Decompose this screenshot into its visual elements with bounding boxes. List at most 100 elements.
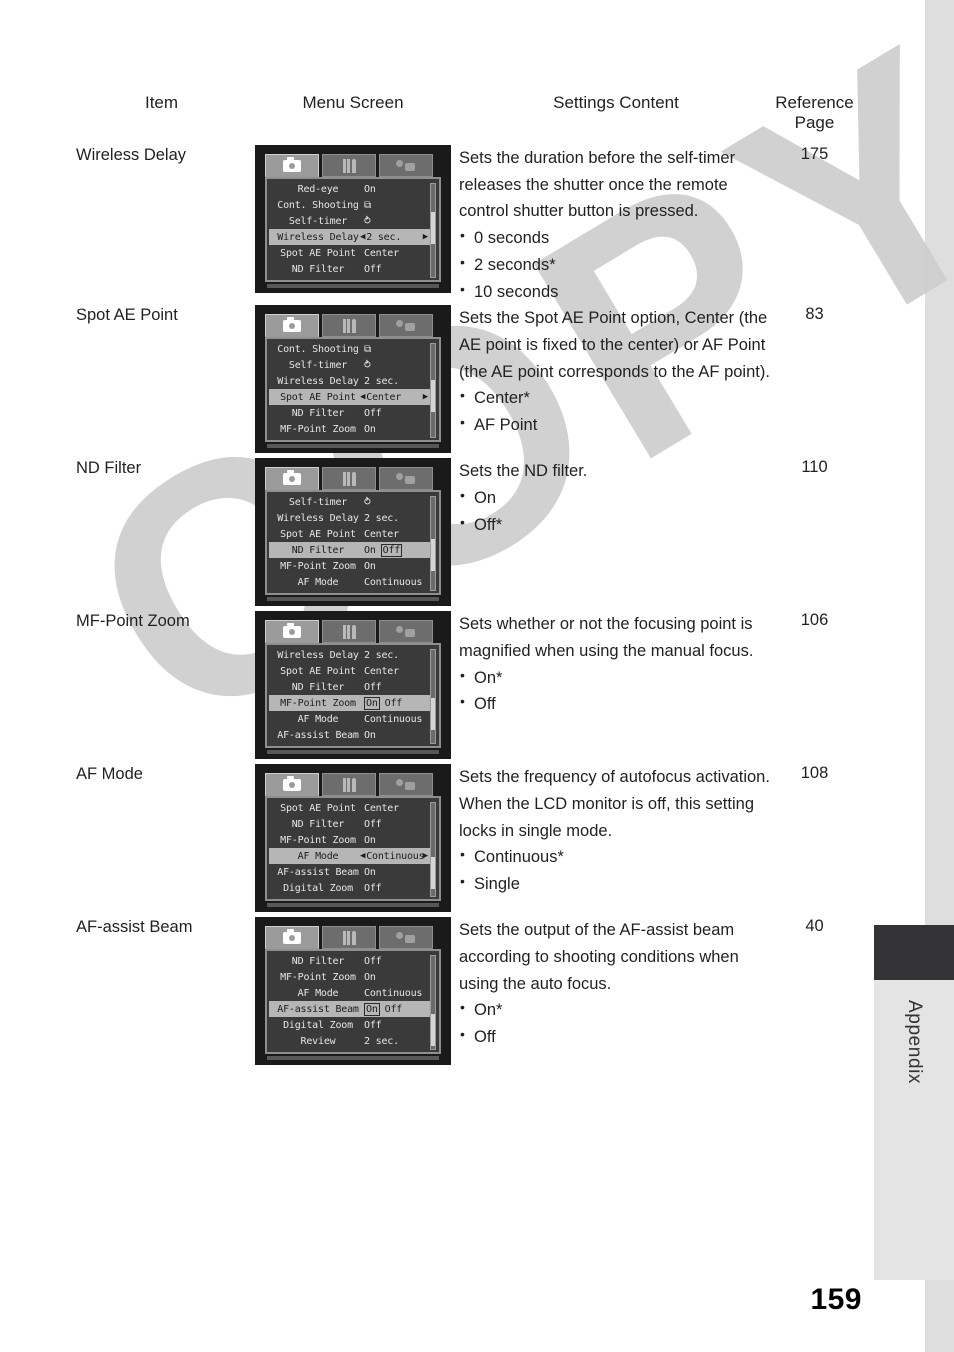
lcd-menu-row: Wireless Delay 2 sec. — [269, 647, 429, 663]
lcd-row-label: MF-Point Zoom — [280, 971, 356, 983]
lcd-row-label: Red-eye — [297, 183, 339, 195]
lcd-row-value: 2 sec. — [364, 375, 399, 387]
lcd-row-label: ND Filter — [291, 681, 345, 693]
lcd-tab-bar — [265, 314, 441, 338]
column-header-item: Item — [144, 93, 179, 112]
appendix-thumb-tab — [874, 925, 954, 980]
lcd-tab-tools — [322, 926, 376, 950]
cell-menu-screen-2: Self-timer ⥁ Wireless Delay 2 sec. Spot AE P… — [247, 458, 459, 611]
lcd-tab-my-camera — [379, 620, 433, 644]
lcd-tab-bar — [265, 620, 441, 644]
lcd-row-value: On — [364, 729, 376, 741]
my-camera-icon — [396, 159, 416, 173]
lcd-row-label: MF-Point Zoom — [280, 423, 356, 435]
lcd-row-label: Digital Zoom — [283, 882, 353, 894]
lcd-row-label: Wireless Delay — [277, 375, 359, 387]
lcd-row-label: Self-timer — [288, 359, 348, 371]
lcd-row-label: ND Filter — [291, 544, 345, 556]
lcd-row-value: Continuous — [364, 713, 423, 725]
lcd-menu-row: Wireless Delay ◀ 2 sec. ▶ — [269, 229, 432, 245]
lcd-row-value: Center — [364, 802, 399, 814]
camera-menu-screenshot: Spot AE Point Center ND Filter Off MF-Point … — [255, 764, 451, 913]
lcd-row-value: 2 sec. — [366, 231, 402, 243]
lcd-menu-row: Spot AE Point Center — [269, 526, 429, 542]
cell-reference-page-4: 108 — [800, 764, 829, 783]
cell-settings-content-2: Sets the ND filter. OnOff* — [459, 458, 773, 611]
lcd-tab-camera — [265, 773, 319, 797]
lcd-scrollbar — [430, 183, 436, 278]
setting-option: Center* — [459, 384, 773, 412]
lcd-scrollbar — [430, 955, 436, 1051]
lcd-row-label: Wireless Delay — [277, 512, 359, 524]
setting-option: 2 seconds* — [459, 251, 773, 279]
lcd-row-label: AF Mode — [297, 713, 339, 725]
lcd-menu-row: AF Mode Continuous — [269, 711, 429, 727]
camera-icon — [283, 156, 301, 172]
lcd-row-label: ND Filter — [291, 955, 345, 967]
tools-icon — [340, 158, 358, 173]
lcd-tab-tools — [322, 467, 376, 491]
lcd-arrow-left-icon: ◀ — [360, 391, 366, 402]
lcd-row-value: ⧉ — [364, 343, 371, 355]
camera-menu-screenshot: ND Filter Off MF-Point Zoom On AF Mode Contin… — [255, 917, 451, 1066]
table-header: Item Menu Screen Settings Content Refere… — [76, 93, 856, 145]
lcd-menu-row: MF-Point Zoom On — [269, 558, 429, 574]
cell-menu-screen-3: Wireless Delay 2 sec. Spot AE Point Center N… — [247, 611, 459, 764]
appendix-label-wrap: Appendix — [874, 980, 954, 1280]
tools-icon — [340, 471, 358, 486]
lcd-tab-camera — [265, 314, 319, 338]
lcd-row-value: Center — [364, 528, 399, 540]
lcd-menu-row: Red-eye On — [269, 181, 429, 197]
lcd-scrollbar — [430, 649, 436, 745]
header-row: Item Menu Screen Settings Content Refere… — [76, 93, 856, 145]
camera-menu-screenshot: Red-eye On Cont. Shooting ⧉ Self-timer ⥁ Wirel… — [255, 145, 451, 293]
lcd-tab-camera — [265, 926, 319, 950]
lcd-scrollbar-thumb — [431, 698, 435, 731]
lcd-menu-row: AF Mode Continuous — [269, 985, 429, 1001]
lcd-row-value: ⧉ — [364, 199, 371, 211]
setting-description: Sets whether or not the focusing point i… — [459, 615, 754, 661]
table-row: ND Filter Self-timer ⥁ Wireless Delay 2 sec.… — [76, 458, 856, 611]
lcd-row-label: Cont. Shooting — [277, 343, 359, 355]
lcd-row-label: AF Mode — [297, 576, 339, 588]
lcd-tab-tools — [322, 773, 376, 797]
lcd-menu-row: ND Filter Off — [269, 405, 429, 421]
lcd-row-label: ND Filter — [291, 407, 345, 419]
lcd-row-value: 2 sec. — [364, 649, 399, 661]
cell-menu-screen-4: Spot AE Point Center ND Filter Off MF-Point … — [247, 764, 459, 917]
lcd-menu-row: Spot AE Point ◀ Center ▶ — [269, 389, 432, 406]
lcd-row-value: Off — [364, 263, 382, 275]
lcd-menu-row: AF Mode ◀ Continuous ▶ — [269, 848, 432, 865]
lcd-row-label: MF-Point Zoom — [280, 834, 356, 846]
lcd-row-value: On — [364, 560, 376, 572]
cell-reference-page-3: 106 — [800, 611, 829, 630]
lcd-menu-row: ND Filter Off — [269, 679, 429, 695]
lcd-row-value: On — [364, 1002, 380, 1016]
lcd-bottom-bar — [267, 903, 439, 908]
table-row: AF-assist Beam ND Filter Off MF-Point Zoom O… — [76, 917, 856, 1070]
lcd-menu-rows: Wireless Delay 2 sec. Spot AE Point Center N… — [269, 647, 432, 743]
lcd-bottom-bar — [267, 284, 439, 288]
lcd-row-value: Off — [364, 818, 382, 830]
camera-icon — [283, 469, 301, 485]
column-header-menu-screen: Menu Screen — [302, 93, 404, 112]
table-body: Wireless Delay Red-eye On Cont. Shooting ⧉ Se… — [76, 145, 856, 1070]
lcd-row-value: Center — [364, 665, 399, 677]
lcd-row-value: Continuous — [364, 987, 423, 999]
lcd-menu-row: MF-Point Zoom On — [269, 421, 429, 437]
lcd-tab-my-camera — [379, 314, 433, 338]
cell-reference-page-1: 83 — [805, 305, 824, 324]
cell-item-4: AF Mode — [76, 765, 143, 784]
lcd-tab-my-camera — [379, 773, 433, 797]
tools-icon — [340, 318, 358, 333]
appendix-label: Appendix — [904, 1000, 925, 1085]
lcd-tab-bar — [265, 773, 441, 797]
lcd-tab-camera — [265, 620, 319, 644]
lcd-tab-my-camera — [379, 467, 433, 491]
lcd-row-label: Digital Zoom — [283, 1019, 353, 1031]
lcd-row-value: Off — [364, 1019, 382, 1031]
camera-menu-screenshot: Cont. Shooting ⧉ Self-timer ⥁ Wireless Delay… — [255, 305, 451, 454]
lcd-row-label: MF-Point Zoom — [280, 697, 356, 709]
lcd-row-value: Continuous — [364, 576, 423, 588]
lcd-row-value: 2 sec. — [364, 512, 399, 524]
